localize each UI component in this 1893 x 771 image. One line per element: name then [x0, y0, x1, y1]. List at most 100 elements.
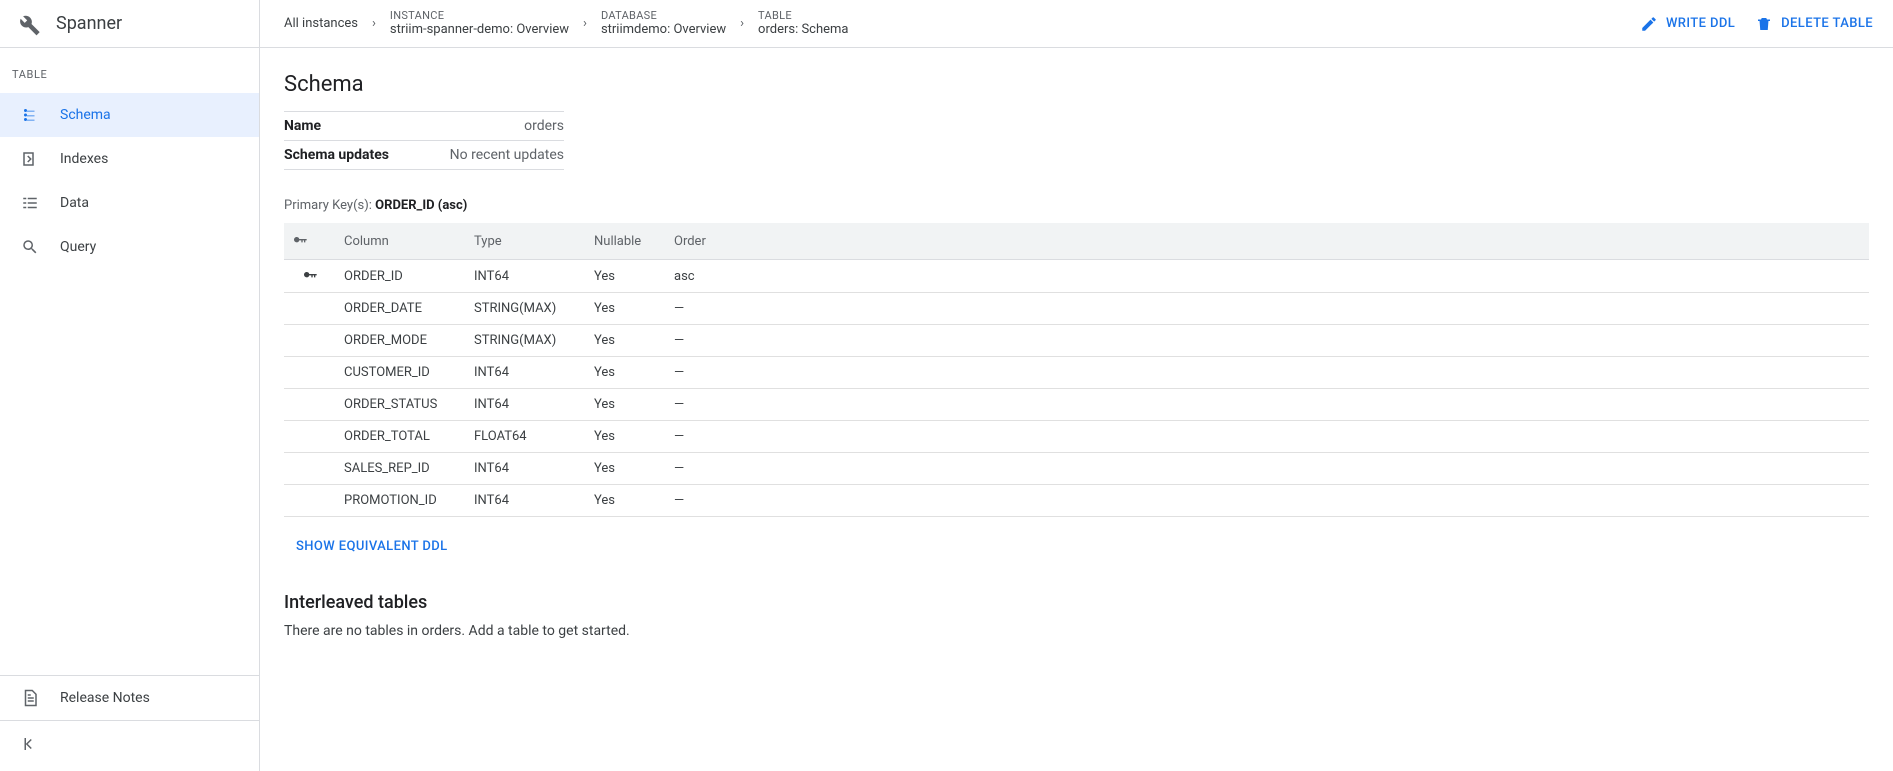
cell-column: ORDER_MODE: [336, 325, 466, 357]
cell-type: INT64: [466, 357, 586, 389]
cell-nullable: Yes: [586, 357, 666, 389]
data-icon: [20, 193, 40, 213]
meta-name-value: orders: [524, 118, 564, 134]
key-icon: [292, 233, 308, 249]
collapse-sidebar-button[interactable]: [0, 720, 259, 771]
cell-type: INT64: [466, 389, 586, 421]
meta-updates-value: No recent updates: [450, 147, 564, 163]
show-equivalent-ddl-button[interactable]: SHOW EQUIVALENT DDL: [284, 539, 448, 554]
cell-order: —: [666, 453, 1869, 485]
breadcrumb-root[interactable]: All instances: [284, 16, 358, 31]
indexes-icon: [20, 149, 40, 169]
primary-key-value: ORDER_ID (asc): [375, 198, 467, 213]
sidebar-item-indexes[interactable]: Indexes: [0, 137, 259, 181]
cell-nullable: Yes: [586, 325, 666, 357]
write-ddl-label: WRITE DDL: [1666, 16, 1735, 31]
sidebar-item-release-notes[interactable]: Release Notes: [0, 676, 259, 720]
trash-icon: [1755, 15, 1773, 33]
schema-icon: [20, 105, 40, 125]
top-actions: WRITE DDL DELETE TABLE: [1640, 0, 1893, 47]
cell-column: ORDER_ID: [336, 260, 466, 293]
key-icon: [302, 268, 318, 284]
header-order: Order: [666, 223, 1869, 260]
sidebar: TABLE Schema Indexes Data Query Release …: [0, 48, 260, 771]
cell-nullable: Yes: [586, 293, 666, 325]
cell-type: INT64: [466, 260, 586, 293]
cell-key: [284, 293, 336, 325]
cell-column: PROMOTION_ID: [336, 485, 466, 517]
cell-order: asc: [666, 260, 1869, 293]
columns-table: Column Type Nullable Order ORDER_IDINT64…: [284, 223, 1869, 517]
chevron-left-icon: [20, 735, 38, 753]
cell-order: —: [666, 325, 1869, 357]
sidebar-item-query[interactable]: Query: [0, 225, 259, 269]
meta-updates-label: Schema updates: [284, 147, 389, 163]
breadcrumb-instance-value: striim-spanner-demo: Overview: [390, 22, 569, 38]
table-row: ORDER_DATESTRING(MAX)Yes—: [284, 293, 1869, 325]
cell-key: [284, 389, 336, 421]
cell-type: FLOAT64: [466, 421, 586, 453]
breadcrumb-instance-label: INSTANCE: [390, 9, 569, 22]
cell-order: —: [666, 485, 1869, 517]
cell-nullable: Yes: [586, 260, 666, 293]
breadcrumb-database[interactable]: DATABASE striimdemo: Overview: [601, 9, 726, 38]
cell-type: INT64: [466, 485, 586, 517]
cell-key: [284, 453, 336, 485]
cell-key: [284, 485, 336, 517]
cell-column: ORDER_TOTAL: [336, 421, 466, 453]
sidebar-item-label: Indexes: [60, 151, 108, 167]
cell-nullable: Yes: [586, 421, 666, 453]
meta-row-name: Name orders: [284, 112, 564, 141]
chevron-right-icon: ›: [740, 16, 744, 31]
sidebar-footer: Release Notes: [0, 675, 259, 771]
cell-nullable: Yes: [586, 485, 666, 517]
cell-column: CUSTOMER_ID: [336, 357, 466, 389]
interleaved-text: There are no tables in orders. Add a tab…: [284, 623, 1869, 639]
chevron-right-icon: ›: [372, 16, 376, 31]
cell-key: [284, 325, 336, 357]
primary-key-label: Primary Key(s):: [284, 198, 375, 213]
delete-table-button[interactable]: DELETE TABLE: [1755, 15, 1873, 33]
pencil-icon: [1640, 15, 1658, 33]
header-nullable: Nullable: [586, 223, 666, 260]
table-row: CUSTOMER_IDINT64Yes—: [284, 357, 1869, 389]
breadcrumb: All instances › INSTANCE striim-spanner-…: [260, 0, 1640, 47]
header-type: Type: [466, 223, 586, 260]
breadcrumb-table-value: orders: Schema: [758, 22, 848, 38]
sidebar-item-label: Query: [60, 239, 96, 255]
sidebar-item-data[interactable]: Data: [0, 181, 259, 225]
breadcrumb-database-label: DATABASE: [601, 9, 726, 22]
top-bar: Spanner All instances › INSTANCE striim-…: [0, 0, 1893, 48]
cell-column: ORDER_STATUS: [336, 389, 466, 421]
table-header-row: Column Type Nullable Order: [284, 223, 1869, 260]
cell-order: —: [666, 357, 1869, 389]
table-row: ORDER_IDINT64Yesasc: [284, 260, 1869, 293]
breadcrumb-table[interactable]: TABLE orders: Schema: [758, 9, 848, 38]
header-key: [284, 223, 336, 260]
cell-key: [284, 357, 336, 389]
sidebar-item-label: Schema: [60, 107, 111, 123]
table-row: ORDER_TOTALFLOAT64Yes—: [284, 421, 1869, 453]
search-icon: [20, 237, 40, 257]
cell-type: STRING(MAX): [466, 293, 586, 325]
sidebar-item-schema[interactable]: Schema: [0, 93, 259, 137]
chevron-right-icon: ›: [583, 16, 587, 31]
breadcrumb-table-label: TABLE: [758, 9, 848, 22]
cell-column: SALES_REP_ID: [336, 453, 466, 485]
write-ddl-button[interactable]: WRITE DDL: [1640, 15, 1735, 33]
table-row: ORDER_MODESTRING(MAX)Yes—: [284, 325, 1869, 357]
breadcrumb-database-value: striimdemo: Overview: [601, 22, 726, 38]
page-title: Schema: [284, 72, 1869, 97]
interleaved-heading: Interleaved tables: [284, 592, 1869, 613]
cell-type: STRING(MAX): [466, 325, 586, 357]
breadcrumb-instance[interactable]: INSTANCE striim-spanner-demo: Overview: [390, 9, 569, 38]
brand-title: Spanner: [56, 13, 122, 34]
table-row: SALES_REP_IDINT64Yes—: [284, 453, 1869, 485]
delete-table-label: DELETE TABLE: [1781, 16, 1873, 31]
table-row: ORDER_STATUSINT64Yes—: [284, 389, 1869, 421]
meta-table: Name orders Schema updates No recent upd…: [284, 111, 564, 170]
table-row: PROMOTION_IDINT64Yes—: [284, 485, 1869, 517]
brand-area: Spanner: [0, 0, 260, 47]
meta-name-label: Name: [284, 118, 321, 134]
notes-icon: [20, 688, 40, 708]
